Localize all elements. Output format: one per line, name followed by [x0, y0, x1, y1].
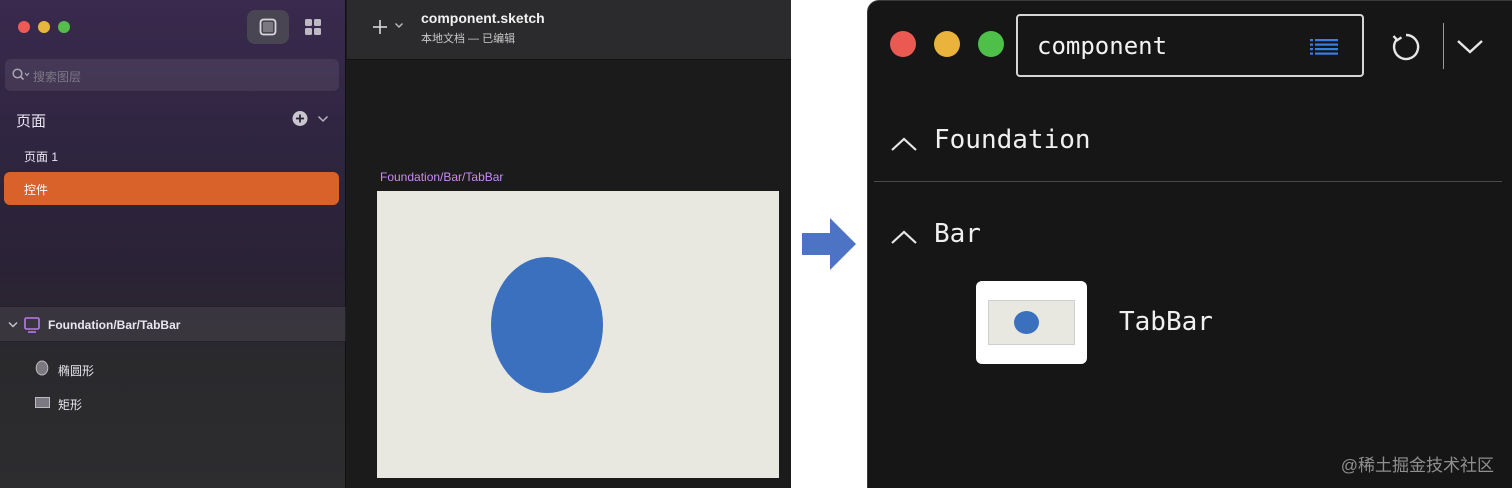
canvas-view-icon — [259, 18, 277, 36]
right-arrow-icon — [802, 218, 856, 270]
watermark: @稀土掘金技术社区 — [1340, 456, 1494, 475]
document-title: component.sketch — [421, 10, 545, 26]
zoom-window-button[interactable] — [978, 31, 1004, 57]
close-window-button[interactable] — [890, 31, 916, 57]
chevron-down-icon[interactable] — [1456, 39, 1484, 55]
ellipse-layer-icon — [35, 360, 49, 376]
artboard[interactable] — [377, 191, 779, 478]
thumbnail-ellipse — [1014, 311, 1039, 334]
toolbar-divider — [1443, 23, 1444, 69]
insert-plus-icon[interactable] — [371, 18, 389, 36]
search-value: component — [1037, 32, 1168, 60]
chevron-down-icon[interactable] — [394, 22, 404, 30]
page-item-label: 控件 — [24, 183, 49, 197]
thumbnail-artboard — [988, 300, 1075, 345]
chevron-up-icon[interactable] — [890, 229, 918, 245]
list-icon[interactable] — [1310, 39, 1338, 55]
sketch-sidebar: 搜索图层 页面 页面 1 控件 Foundation/Bar/TabBar 椭圆… — [0, 0, 346, 488]
component-item-tabbar[interactable]: TabBar — [968, 275, 1428, 371]
sketch-window: 搜索图层 页面 页面 1 控件 Foundation/Bar/TabBar 椭圆… — [0, 0, 791, 488]
component-panel: component Foundation Bar TabBar @稀土掘金技术社… — [867, 0, 1512, 488]
component-name: TabBar — [1119, 307, 1213, 337]
chevron-down-icon[interactable] — [317, 114, 329, 124]
page-item-components[interactable]: 控件 — [4, 172, 339, 205]
layer-row-symbol[interactable]: Foundation/Bar/TabBar — [0, 306, 346, 342]
sketch-toolbar: component.sketch 本地文档 — 已编辑 — [347, 0, 791, 60]
components-view-button[interactable] — [292, 10, 334, 44]
layer-row-rectangle[interactable]: 矩形 — [0, 390, 346, 416]
minimize-window-button[interactable] — [38, 21, 50, 33]
section-header-foundation[interactable]: Foundation — [868, 116, 1512, 171]
refresh-icon[interactable] — [1390, 31, 1422, 63]
zoom-window-button[interactable] — [58, 21, 70, 33]
layer-label: 椭圆形 — [58, 364, 95, 378]
artboard-icon — [24, 317, 40, 333]
add-page-icon[interactable] — [292, 110, 310, 128]
layer-search-input[interactable]: 搜索图层 — [5, 59, 339, 91]
document-subtitle: 本地文档 — 已编辑 — [421, 33, 516, 45]
pages-header: 页面 — [16, 113, 47, 130]
disclosure-chevron-icon[interactable] — [8, 321, 18, 329]
minimize-window-button[interactable] — [934, 31, 960, 57]
rectangle-layer-icon — [35, 397, 50, 408]
ellipse-shape[interactable] — [491, 257, 603, 393]
search-icon — [12, 68, 30, 81]
canvas-view-button[interactable] — [247, 10, 289, 44]
artboard-label[interactable]: Foundation/Bar/TabBar — [380, 170, 503, 184]
page-item-1[interactable]: 页面 1 — [4, 140, 339, 170]
component-search-input[interactable]: component — [1016, 14, 1364, 77]
layer-row-ellipse[interactable]: 椭圆形 — [0, 356, 346, 382]
close-window-button[interactable] — [18, 21, 30, 33]
sketch-canvas[interactable]: component.sketch 本地文档 — 已编辑 Foundation/B… — [347, 0, 791, 488]
search-placeholder: 搜索图层 — [33, 70, 82, 84]
section-header-bar[interactable]: Bar — [868, 209, 1512, 264]
section-title: Bar — [934, 219, 981, 249]
component-thumbnail — [976, 281, 1087, 364]
section-divider — [874, 181, 1502, 182]
page-item-label: 页面 1 — [24, 150, 59, 164]
layer-label: 矩形 — [58, 398, 83, 412]
chevron-up-icon[interactable] — [890, 136, 918, 152]
section-title: Foundation — [934, 125, 1091, 155]
layer-group-label: Foundation/Bar/TabBar — [48, 318, 181, 332]
grid-icon — [305, 19, 321, 35]
